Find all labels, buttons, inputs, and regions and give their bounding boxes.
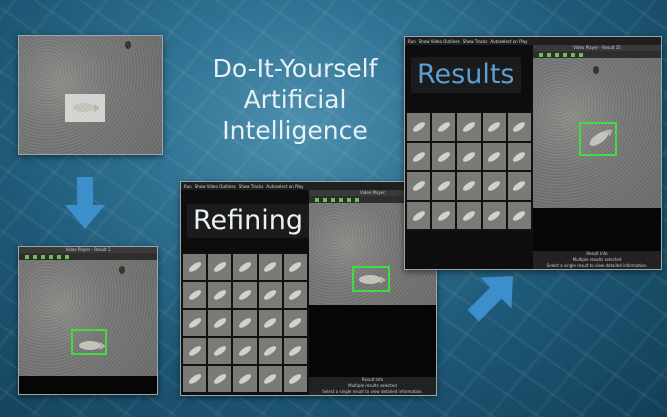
detection-box [352, 266, 390, 292]
results-label: Results [411, 57, 521, 93]
small-player-window: Video Player - Result 1 [18, 246, 158, 395]
arrow-down-icon [65, 177, 105, 229]
slide: Video Player - Result 1 Run Show Video O… [14, 9, 662, 402]
small-player-frame [19, 260, 157, 376]
results-player-frame [533, 58, 661, 208]
refining-label: Refining [187, 204, 310, 238]
headline-line-3: Intelligence [222, 116, 368, 145]
menu-autoselect[interactable]: Autoselect on Play [266, 184, 303, 189]
refining-thumbnail-grid[interactable] [181, 252, 309, 394]
small-player-controls[interactable] [19, 253, 157, 260]
detection-box [71, 329, 107, 355]
menu-run[interactable]: Run [184, 184, 192, 189]
menu-outlines[interactable]: Show Video Outlines [195, 184, 236, 189]
stone [125, 41, 131, 49]
results-toolbar: Run Show Video Outlines Show Tracks Auto… [405, 37, 661, 45]
detection-box [579, 122, 617, 156]
refining-window: Run Show Video Outlines Show Tracks Auto… [180, 181, 437, 396]
results-results-pane: Results [405, 45, 533, 269]
results-player-controls[interactable] [533, 51, 661, 58]
stone [119, 266, 125, 274]
results-thumbnail-grid[interactable] [405, 111, 533, 231]
menu-tracks[interactable]: Show Tracks [463, 39, 488, 44]
source-image-panel [18, 35, 163, 155]
results-player-pane: Video Player - Result 35 Result Info Mul… [533, 45, 661, 269]
headline: Do-It-Yourself Artificial Intelligence [190, 53, 400, 146]
menu-tracks[interactable]: Show Tracks [239, 184, 264, 189]
results-window: Run Show Video Outlines Show Tracks Auto… [404, 36, 662, 270]
menu-autoselect[interactable]: Autoselect on Play [490, 39, 527, 44]
fish [587, 128, 611, 149]
stone [593, 66, 599, 74]
fish [79, 341, 106, 350]
refining-select-text: Select a single result to view detailed … [309, 389, 436, 395]
menu-run[interactable]: Run [408, 39, 416, 44]
menu-outlines[interactable]: Show Video Outlines [419, 39, 460, 44]
arrow-up-right-icon [467, 276, 513, 322]
refining-results-pane: Refining [181, 190, 310, 395]
fish-crop [65, 94, 105, 122]
headline-line-2: Artificial [243, 85, 347, 114]
fish [73, 103, 100, 112]
fish [359, 275, 386, 284]
refining-toolbar: Run Show Video Outlines Show Tracks Auto… [181, 182, 436, 190]
results-select-text: Select a single result to view detailed … [533, 263, 661, 269]
headline-line-1: Do-It-Yourself [212, 54, 378, 83]
